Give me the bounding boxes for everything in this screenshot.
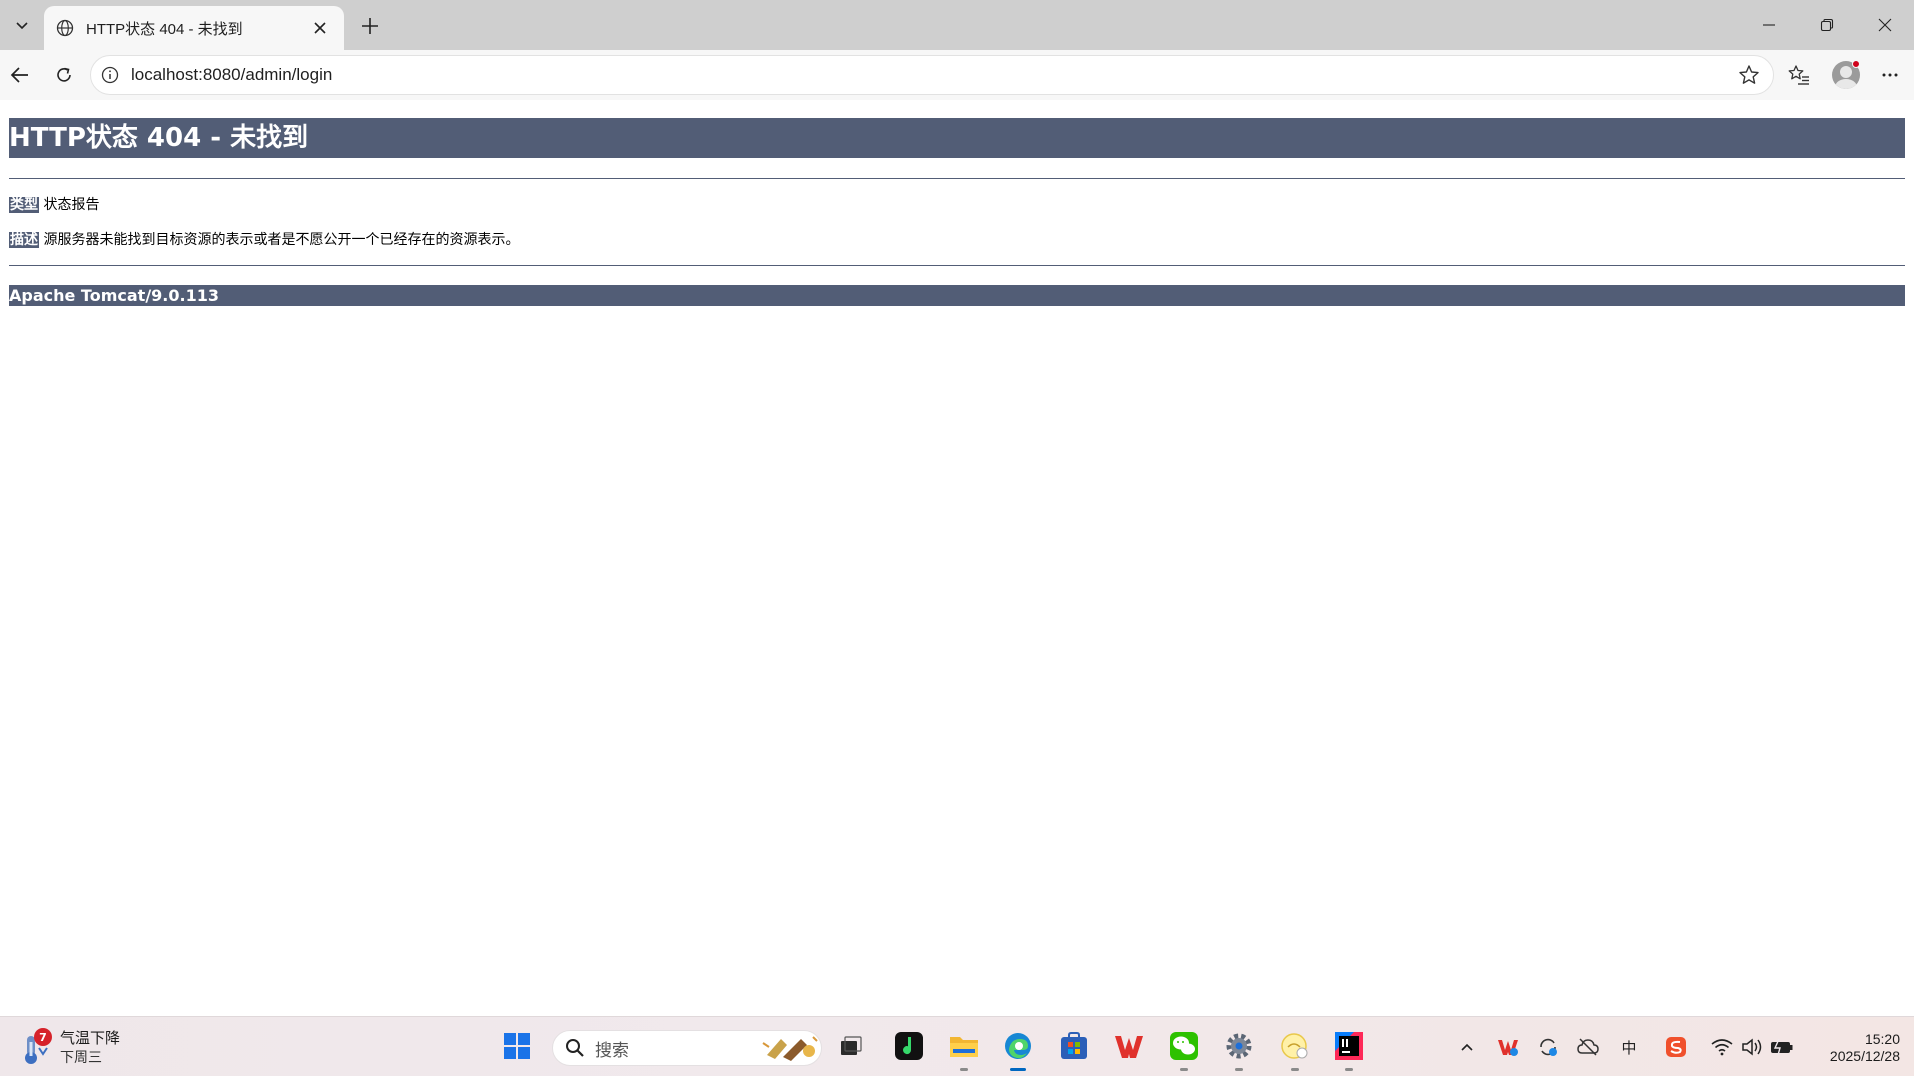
gear-icon [1226,1033,1252,1059]
chevron-up-icon [1461,1043,1473,1051]
thermometer-icon: 7 [18,1028,52,1066]
globe-icon [56,19,74,37]
windows-logo-icon [504,1033,530,1059]
page-title: HTTP状态 404 - 未找到 [9,118,1905,158]
tray-sync-icon[interactable] [1536,1035,1560,1059]
weather-widget[interactable]: 7 气温下降 下周三 [18,1027,120,1069]
description-value: 源服务器未能找到目标资源的表示或者是不愿公开一个已经存在的资源表示。 [43,232,520,248]
sticky-notes-icon [1281,1033,1308,1059]
battery-status[interactable] [1770,1035,1794,1059]
restore-button[interactable] [1798,0,1856,50]
plus-icon [362,18,378,34]
info-icon[interactable] [101,66,119,84]
address-bar[interactable]: localhost:8080/admin/login [90,55,1774,95]
wechat-icon [1170,1032,1198,1060]
server-version: Apache Tomcat/9.0.113 [9,285,1905,306]
battery-charging-icon [1771,1038,1793,1056]
search-placeholder: 搜索 [595,1040,629,1060]
intellij-idea-icon [1335,1032,1363,1060]
close-icon [1878,18,1892,32]
clock-time: 15:20 [1864,1031,1900,1047]
close-window-button[interactable] [1856,0,1914,50]
wps-office-icon [1115,1036,1143,1058]
divider [9,265,1905,266]
new-tab-button[interactable] [352,10,388,42]
taskbar-app-file-explorer[interactable] [947,1029,981,1071]
refresh-icon [57,67,71,82]
refresh-button[interactable] [46,58,82,92]
volume-status[interactable] [1740,1035,1764,1059]
url-text[interactable]: localhost:8080/admin/login [131,65,1731,85]
taskbar-app-intellij[interactable] [1332,1029,1366,1071]
taskbar-app-notes[interactable] [1278,1029,1312,1071]
browser-toolbar: localhost:8080/admin/login [0,50,1914,100]
window-controls [1740,0,1914,50]
tray-wps-icon[interactable] [1496,1035,1520,1059]
wifi-icon [1711,1039,1733,1056]
description-label: 描述 [9,232,39,248]
chevron-down-icon [16,22,28,30]
description-row: 描述 源服务器未能找到目标资源的表示或者是不愿公开一个已经存在的资源表示。 [9,230,1905,250]
taskbar-app-music[interactable] [892,1029,926,1063]
tab-list-button[interactable] [4,6,40,44]
sogou-input-icon [1666,1037,1686,1057]
music-app-icon [895,1032,923,1060]
restore-icon [1820,18,1834,32]
back-button[interactable] [2,58,38,92]
taskbar-app-wechat[interactable] [1167,1029,1201,1071]
taskbar-search[interactable]: 搜索 [552,1030,822,1066]
cloud-off-icon [1577,1038,1599,1056]
task-view-icon [841,1036,862,1055]
task-view-button[interactable] [834,1029,868,1063]
type-row: 类型 状态报告 [9,195,1905,215]
favorites-button[interactable] [1781,58,1817,92]
weather-line-1: 气温下降 [60,1030,121,1047]
taskbar-app-wps[interactable] [1112,1029,1146,1063]
browser-tab-strip: HTTP状态 404 - 未找到 [0,0,1914,50]
clock-date: 2025/12/28 [1829,1048,1900,1064]
weather-line-2: 下周三 [60,1049,102,1065]
weather-badge: 7 [34,1028,52,1046]
more-menu-button[interactable] [1872,58,1908,92]
folder-icon [950,1037,978,1057]
favorite-button[interactable] [1731,59,1767,91]
start-button[interactable] [500,1029,534,1063]
search-highlight-icon [762,1036,818,1061]
minimize-button[interactable] [1740,0,1798,50]
close-icon [314,22,326,34]
star-icon [1739,65,1759,84]
speaker-icon [1742,1038,1762,1056]
tab-title: HTTP状态 404 - 未找到 [86,20,243,38]
taskbar: 7 气温下降 下周三 搜索 中 15:20 2025/12/28 [0,1016,1914,1076]
type-value: 状态报告 [43,197,100,213]
wps-tray-icon [1498,1040,1518,1056]
taskbar-app-store[interactable] [1057,1029,1091,1063]
ime-indicator[interactable]: 中 [1617,1035,1641,1059]
browser-tab-active[interactable]: HTTP状态 404 - 未找到 [44,6,344,50]
tray-overflow-button[interactable] [1455,1035,1479,1059]
type-label: 类型 [9,197,39,213]
edge-browser-icon [1005,1033,1031,1059]
search-icon [566,1039,584,1057]
tray-sogou-icon[interactable] [1664,1035,1688,1059]
sync-icon [1540,1038,1557,1056]
favorites-list-icon [1788,65,1809,85]
taskbar-app-edge[interactable] [1001,1029,1035,1071]
more-horizontal-icon [1882,73,1898,77]
minimize-icon [1763,24,1775,26]
page-content: HTTP状态 404 - 未找到 类型 状态报告 描述 源服务器未能找到目标资源… [0,100,1914,1016]
tray-cloud-off-icon[interactable] [1576,1035,1600,1059]
store-icon [1061,1032,1087,1059]
tab-close-button[interactable] [308,16,332,40]
notification-dot [1852,60,1860,68]
arrow-left-icon [10,67,28,83]
system-clock[interactable]: 15:20 2025/12/28 [1800,1031,1900,1065]
wifi-status[interactable] [1710,1035,1734,1059]
taskbar-app-settings[interactable] [1222,1029,1256,1071]
divider [9,178,1905,179]
